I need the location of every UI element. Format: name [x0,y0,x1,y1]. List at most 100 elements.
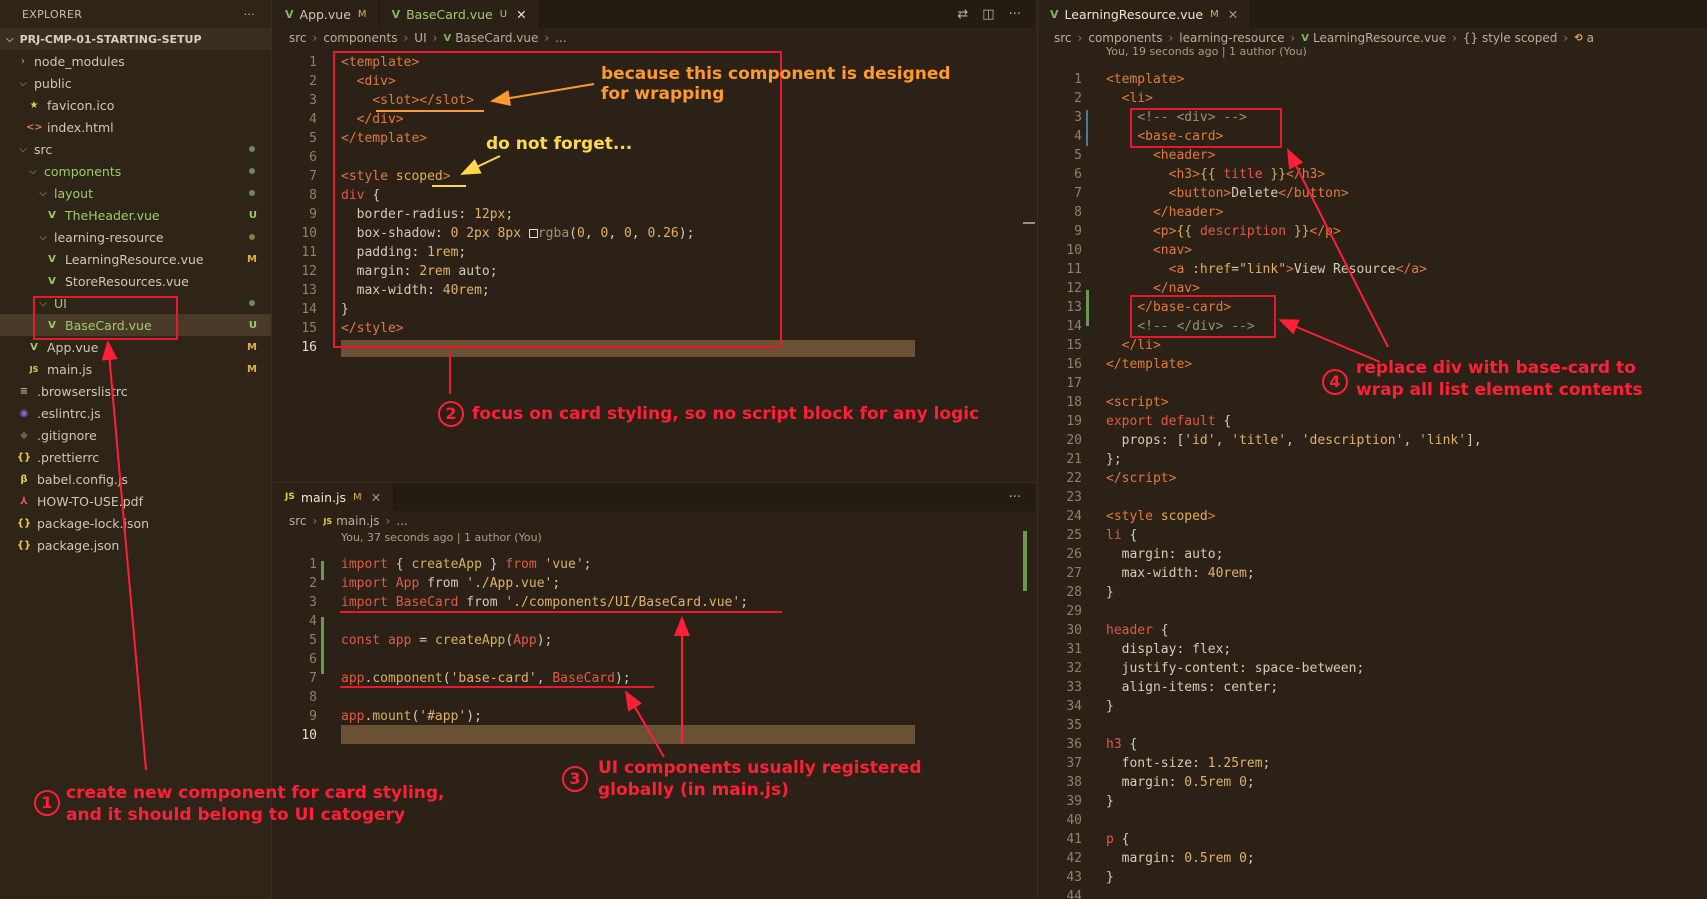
close-icon[interactable]: ✕ [371,490,381,505]
more-actions-icon[interactable]: ··· [1009,7,1021,22]
project-name: PRJ-CMP-01-STARTING-SETUP [19,32,202,46]
close-icon[interactable]: ✕ [516,7,526,22]
tree-item-label: favicon.ico [47,97,115,113]
tree-item-label: StoreResources.vue [65,273,189,289]
tree-item-favicon[interactable]: ★ favicon.ico [0,94,271,116]
tree-item-package-json[interactable]: {} package.json [0,534,271,556]
tree-item-public[interactable]: ⌵ public [0,72,271,94]
code-line: 7 <button>Delete</button> [1074,186,1349,201]
tree-item-gitignore[interactable]: ◆ .gitignore [0,424,271,446]
tree-item-theheader[interactable]: V TheHeader.vue U [0,204,271,226]
tree-item-layout[interactable]: ⌵ layout [0,182,271,204]
git-status-dot [249,234,255,240]
annotation-note-1-line2: and it should belong to UI catogery [66,805,406,825]
breadcrumb-item[interactable]: components [1088,31,1162,45]
code-line: 34} [1066,699,1114,714]
annotation-number-3: 3 [562,766,588,792]
code-line: 2 <li> [1074,91,1153,106]
breadcrumb-item[interactable]: ... [396,514,407,528]
code-line: 30 header { [1066,623,1169,638]
breadcrumb-item[interactable]: main.js [336,514,379,528]
code-area[interactable]: 1 <template> 2 <li> 3 <!-- <div> --> 4 <base… [1038,70,1707,899]
tree-item-index-html[interactable]: <> index.html [0,116,271,138]
annotation-number-1: 1 [34,790,60,816]
git-blame-lens[interactable]: You, 19 seconds ago | 1 author (You) [1038,45,1707,62]
tree-item-package-lock[interactable]: {} package-lock.json [0,512,271,534]
tree-item-label: src [34,141,53,157]
lines-icon: ≡ [19,385,29,397]
tab-bar: V App.vue M V BaseCard.vue U ✕ ⇄ ◫ ··· [273,0,1035,28]
split-editor-icon[interactable]: ◫ [982,7,994,22]
tree-item-babel-config[interactable]: β babel.config.js [0,468,271,490]
close-icon[interactable]: ✕ [1228,7,1238,22]
breadcrumb-item[interactable]: src [289,514,307,528]
chevron-right-icon: › [21,55,25,67]
breadcrumb-item[interactable]: LearningResource.vue [1313,31,1446,45]
tree-item-node-modules[interactable]: › node_modules [0,50,271,72]
code-line: 28} [1066,585,1114,600]
project-root[interactable]: ⌵ PRJ-CMP-01-STARTING-SETUP [0,28,271,50]
element-icon: ⟲ [1574,32,1583,44]
breadcrumb-item[interactable]: learning-resource [1179,31,1284,45]
tab-label: BaseCard.vue [406,6,493,22]
tree-item-label: main.js [47,361,93,377]
breadcrumb-item[interactable]: {} style scoped [1463,31,1557,45]
breadcrumb-item[interactable]: src [289,31,307,45]
git-blame-lens[interactable]: You, 37 seconds ago | 1 author (You) [273,531,1035,548]
tree-item-how-to-use[interactable]: ⅄ HOW-TO-USE.pdf [0,490,271,512]
code-line: 15 </li> [1066,338,1161,353]
tree-item-storeresources-vue[interactable]: V StoreResources.vue [0,270,271,292]
annotation-note-3-line2: globally (in main.js) [598,780,789,800]
more-actions-icon[interactable]: ··· [1009,490,1021,505]
breadcrumb-item[interactable]: UI [414,31,426,45]
tab-status: M [1210,8,1219,20]
tree-item-label: package.json [37,537,120,553]
code-line: 5 <header> [1074,148,1216,163]
chevron-down-icon: ⌵ [39,231,47,243]
tree-item-prettierrc[interactable]: {} .prettierrc [0,446,271,468]
breadcrumb-item[interactable]: a [1587,31,1594,45]
tree-item-learningresource-vue[interactable]: V LearningResource.vue M [0,248,271,270]
tree-item-learning-resource[interactable]: ⌵ learning-resource [0,226,271,248]
code-line: 20 props: ['id', 'title', 'description',… [1066,433,1482,448]
tree-item-components[interactable]: ⌵ components [0,160,271,182]
code-line: 42 margin: 0.5rem 0; [1066,851,1255,866]
vue-icon: V [285,7,294,21]
compare-changes-icon[interactable]: ⇄ [957,7,968,22]
vue-icon: V [30,341,38,353]
vue-icon: V [443,32,452,44]
code-area[interactable]: 1 import { createApp } from 'vue'; 2 impor… [273,555,1035,745]
code-line: 26 margin: auto; [1066,547,1224,562]
breadcrumb-item[interactable]: components [323,31,397,45]
breadcrumb-item[interactable]: src [1054,31,1072,45]
tree-item-eslintrc[interactable]: ◉ .eslintrc.js [0,402,271,424]
annotation-wrapping-line1: because this component is designed [601,64,951,84]
code-line: 36 h3 { [1066,737,1138,752]
star-icon: ★ [29,99,39,111]
html-icon: <> [26,121,43,133]
tab-main-js[interactable]: JS main.js M ✕ [273,483,395,511]
tree-item-label: LearningResource.vue [65,251,204,267]
tree-item-label: components [44,163,122,179]
tree-item-src[interactable]: ⌵ src [0,138,271,160]
tab-learningresource-vue[interactable]: V LearningResource.vue M ✕ [1038,0,1252,28]
code-line: 44 [1066,889,1082,899]
tree-item-main-js[interactable]: JS main.js M [0,358,271,380]
vue-icon: V [391,7,401,21]
breadcrumb-item[interactable]: ... [555,31,566,45]
code-line: 10 <nav> [1066,243,1193,258]
breadcrumb-item[interactable]: BaseCard.vue [455,31,538,45]
tree-item-browserslistrc[interactable]: ≡ .browserslistrc [0,380,271,402]
highlight-box-ui-folder [33,296,178,340]
explorer-more-button[interactable]: ··· [244,8,255,21]
chevron-down-icon: ⌵ [29,165,37,177]
tree-item-label: .browserslistrc [37,383,128,399]
tab-basecard-vue[interactable]: V BaseCard.vue U ✕ [379,0,540,28]
code-line: 19 export default { [1066,414,1232,429]
annotation-number-4: 4 [1322,369,1348,395]
tab-app-vue[interactable]: V App.vue M [273,0,380,28]
annotation-do-not-forget: do not forget... [486,134,633,154]
annotation-note-4-line2: wrap all list element contents [1356,380,1643,400]
tree-item-label: .eslintrc.js [37,405,101,421]
code-line: 38 margin: 0.5rem 0; [1066,775,1255,790]
